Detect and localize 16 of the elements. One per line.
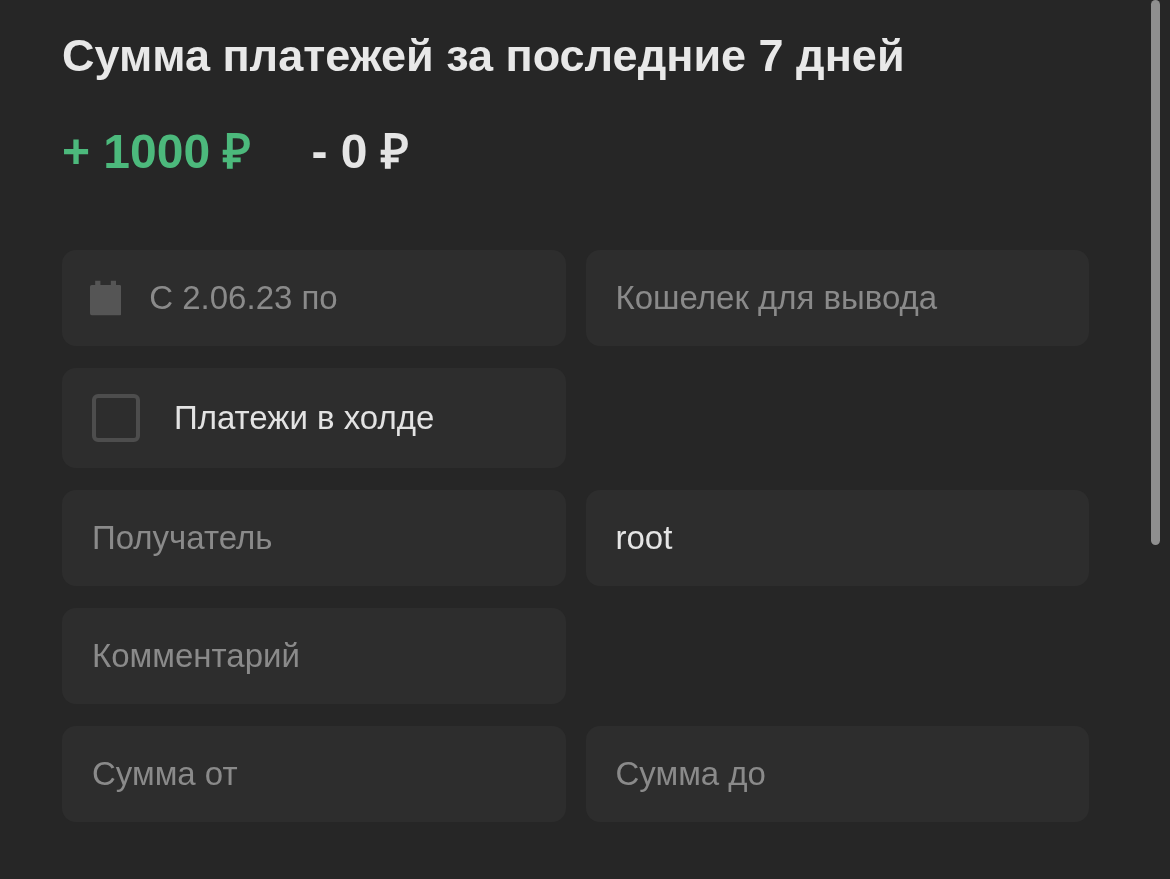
page-title: Сумма платежей за последние 7 дней [62, 29, 906, 83]
calendar-icon [90, 278, 122, 318]
hold-checkbox-row[interactable]: Платежи в холде [62, 368, 566, 468]
input-field[interactable]: Сумма от [62, 726, 566, 822]
input-field[interactable]: Кошелек для вывода [585, 250, 1089, 346]
scrollbar-thumb[interactable] [1151, 0, 1160, 545]
input-field[interactable]: Получатель [62, 490, 566, 586]
date-input[interactable]: С 2.06.23 по [149, 273, 538, 323]
income-total: + 1000 ₽ [62, 124, 252, 180]
input-field[interactable]: Комментарий [62, 608, 566, 704]
expense-total: - 0 ₽ [311, 124, 409, 180]
input-field[interactable]: root [585, 490, 1089, 586]
date-field[interactable]: С 2.06.23 по [62, 250, 566, 346]
checkbox[interactable] [92, 394, 140, 442]
input-field[interactable]: Сумма до [585, 726, 1089, 822]
checkbox-label: Платежи в холде [174, 398, 435, 439]
